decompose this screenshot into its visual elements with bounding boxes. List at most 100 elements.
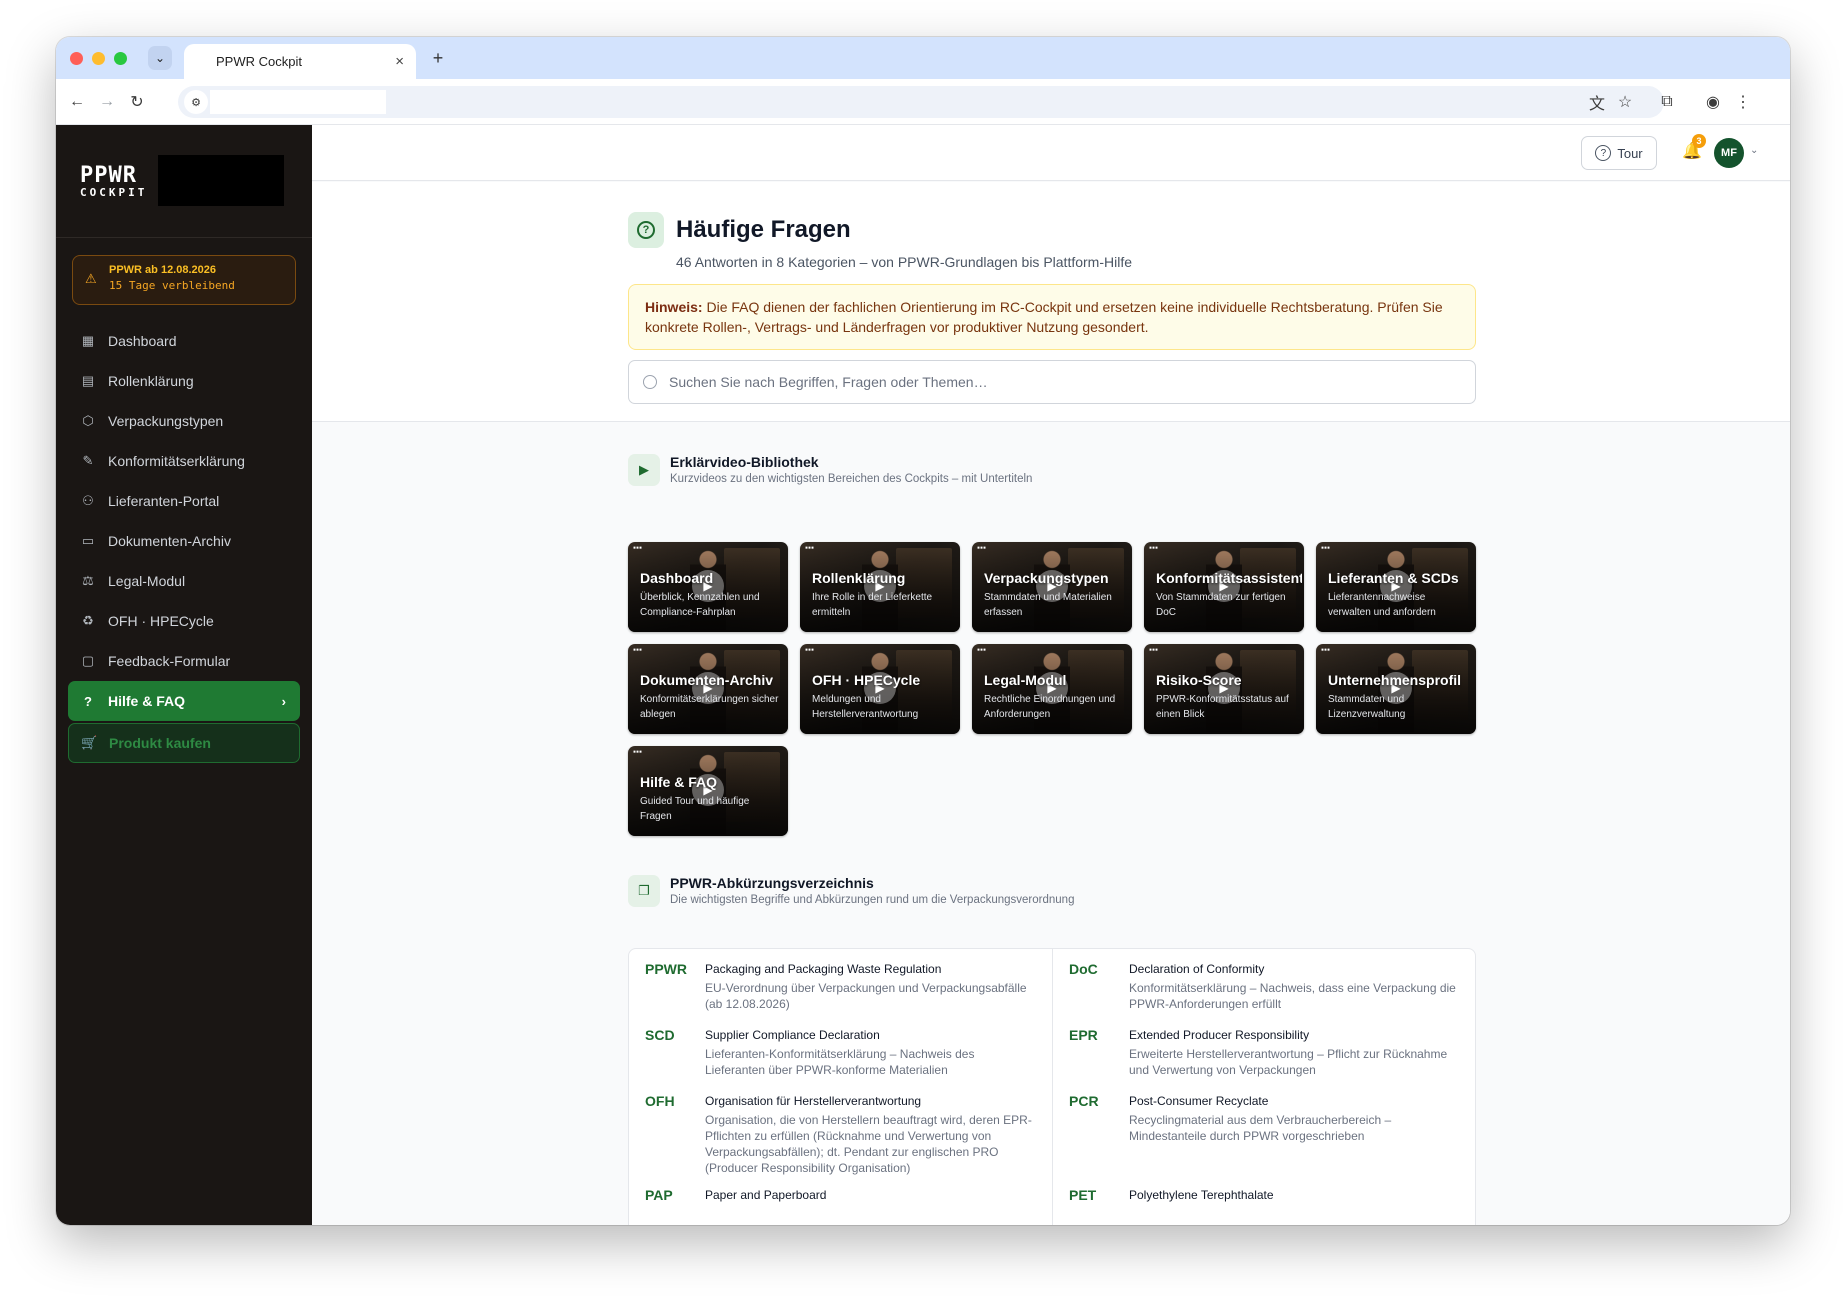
tour-button[interactable]: ? Tour bbox=[1581, 136, 1657, 170]
glossary-row: DoC Declaration of Conformity Konformitäts… bbox=[1069, 961, 1461, 1021]
video-library-title: Erklärvideo-Bibliothek bbox=[670, 454, 819, 470]
glossary-abbreviation: PPWR bbox=[645, 961, 687, 977]
archive-icon: ▭ bbox=[81, 533, 95, 548]
video-description: Lieferantennachweise verwalten und anfor… bbox=[1328, 592, 1436, 618]
glossary-term: Declaration of Conformity bbox=[1129, 962, 1265, 976]
help-circle-icon: ? bbox=[84, 693, 92, 709]
sidebar-nav: ▦ Dashboard ▤ Rollenklärung ⬡ Verpackungsty… bbox=[68, 321, 300, 763]
glossary-row: PPWR Packaging and Packaging Waste Regula… bbox=[645, 961, 1036, 1021]
glossary-term: Paper and Paperboard bbox=[705, 1188, 827, 1202]
tab-search-icon[interactable]: ⌄ bbox=[148, 46, 172, 70]
buy-product-button[interactable]: 🛒 Produkt kaufen bbox=[68, 723, 300, 763]
sidebar-item-feedback[interactable]: ▢ Feedback-Formular bbox=[68, 641, 300, 681]
video-thumbnail-logo: ▪▪▪ bbox=[633, 545, 643, 551]
video-card[interactable]: ▪▪▪ ▶ Dokumenten-Archiv Konformitätserkläru… bbox=[628, 644, 788, 734]
video-description: Ihre Rolle in der Lieferkette ermitteln bbox=[812, 592, 933, 618]
video-card[interactable]: ▪▪▪ ▶ Unternehmensprofil Stammdaten und Liz… bbox=[1316, 644, 1476, 734]
glossary-abbreviation: EPR bbox=[1069, 1027, 1098, 1043]
page-title: Häufige Fragen bbox=[676, 216, 851, 243]
site-settings-icon[interactable]: ⚙ bbox=[184, 90, 208, 114]
tab-strip: ⌄ PPWR Cockpit × + bbox=[56, 37, 1790, 79]
notice-text: Die FAQ dienen der fachlichen Orientieru… bbox=[645, 299, 1443, 335]
glossary-subtitle: Die wichtigsten Begriffe und Abkürzungen… bbox=[670, 894, 1075, 906]
glossary-abbreviation: DoC bbox=[1069, 961, 1098, 977]
sidebar-item-konformitaetserklaerung[interactable]: ✎ Konformitätserklärung bbox=[68, 441, 300, 481]
chevron-right-icon: › bbox=[281, 693, 286, 709]
glossary-description: EU-Verordnung über Verpackungen und Verp… bbox=[705, 981, 1027, 1011]
video-description: Von Stammdaten zur fertigen DoC bbox=[1156, 592, 1286, 618]
chevron-down-icon[interactable]: ⌄ bbox=[1750, 145, 1758, 156]
sidebar-item-lieferanten-portal[interactable]: ⚇ Lieferanten-Portal bbox=[68, 481, 300, 521]
video-card[interactable]: ▪▪▪ ▶ Legal-Modul Rechtliche Einordnungen u… bbox=[972, 644, 1132, 734]
clipboard-icon: ▤ bbox=[81, 373, 95, 388]
avatar[interactable]: MF bbox=[1714, 138, 1744, 168]
video-card[interactable]: ▪▪▪ ▶ OFH · HPECycle Meldungen und Herstell… bbox=[800, 644, 960, 734]
video-title: Unternehmensprofil bbox=[1328, 672, 1462, 688]
sidebar-item-label: Lieferanten-Portal bbox=[108, 493, 220, 509]
profile-icon[interactable]: ◉ bbox=[1702, 91, 1724, 113]
translate-icon[interactable]: 文 bbox=[1586, 91, 1608, 113]
new-tab-button[interactable]: + bbox=[426, 46, 450, 70]
forward-icon[interactable]: → bbox=[96, 91, 118, 113]
video-title: Dashboard bbox=[640, 570, 714, 586]
sidebar-item-dokumenten-archiv[interactable]: ▭ Dokumenten-Archiv bbox=[68, 521, 300, 561]
recycle-icon: ♻ bbox=[82, 613, 94, 628]
browser-window: ⌄ PPWR Cockpit × + ← → ↻ ⚙ 文 ☆ ⧉ ◉ ⋮ PPW… bbox=[56, 37, 1790, 1225]
extensions-icon[interactable]: ⧉ bbox=[1656, 91, 1678, 113]
video-card[interactable]: ▪▪▪ ▶ Verpackungstypen Stammdaten und Mater… bbox=[972, 542, 1132, 632]
video-description: Meldungen und Herstellerverantwortung bbox=[812, 694, 919, 720]
faq-header-content: ? Häufige Fragen 46 Antworten in 8 Kateg… bbox=[628, 182, 1476, 422]
maximize-window-button[interactable] bbox=[114, 52, 127, 65]
sidebar-item-verpackungstypen[interactable]: ⬡ Verpackungstypen bbox=[68, 401, 300, 441]
video-library-subtitle: Kurzvideos zu den wichtigsten Bereichen … bbox=[670, 473, 1033, 485]
notification-badge: 3 bbox=[1692, 134, 1706, 148]
address-bar[interactable]: ⚙ bbox=[178, 86, 1664, 118]
bookmark-star-icon[interactable]: ☆ bbox=[1614, 91, 1636, 113]
faq-header: ? Häufige Fragen 46 Antworten in 8 Kateg… bbox=[312, 182, 1790, 422]
minimize-window-button[interactable] bbox=[92, 52, 105, 65]
glossary-row: PCR Post-Consumer Recyclate Recyclingmater… bbox=[1069, 1093, 1461, 1153]
video-title: Konformitätsassistent bbox=[1156, 570, 1302, 586]
page-subtitle: 46 Antworten in 8 Kategorien – von PPWR-… bbox=[676, 254, 1133, 270]
sidebar-item-legal-modul[interactable]: ⚖ Legal-Modul bbox=[68, 561, 300, 601]
sidebar-item-dashboard[interactable]: ▦ Dashboard bbox=[68, 321, 300, 361]
browser-menu-icon[interactable]: ⋮ bbox=[1732, 91, 1754, 113]
close-window-button[interactable] bbox=[70, 52, 83, 65]
glossary-term: Post-Consumer Recyclate bbox=[1129, 1094, 1269, 1108]
notice-label: Hinweis: bbox=[645, 299, 703, 315]
video-library-header: ▶ Erklärvideo-Bibliothek Kurzvideos zu d… bbox=[628, 454, 1476, 490]
sidebar-item-ofh-hpecycle[interactable]: ♻ OFH · HPECycle bbox=[68, 601, 300, 641]
video-card[interactable]: ▪▪▪ ▶ Rollenklärung Ihre Rolle in der Liefe… bbox=[800, 542, 960, 632]
logo-text-bottom: COCKPIT bbox=[80, 186, 148, 199]
video-card[interactable]: ▪▪▪ ▶ Konformitätsassistent Von Stammdaten … bbox=[1144, 542, 1304, 632]
video-card[interactable]: ▪▪▪ ▶ Risiko-Score PPWR-Konformitätsstatus … bbox=[1144, 644, 1304, 734]
sidebar-item-label: Konformitätserklärung bbox=[108, 453, 245, 469]
video-card[interactable]: ▪▪▪ ▶ Lieferanten & SCDs Lieferantennachwei… bbox=[1316, 542, 1476, 632]
main-content: ? Tour 🔔 3 MF ⌄ ? Häufige Fragen 46 Antwo… bbox=[312, 125, 1790, 1225]
faq-search-input[interactable]: Suchen Sie nach Begriffen, Fragen oder T… bbox=[628, 360, 1476, 404]
tab-close-icon[interactable]: × bbox=[395, 53, 404, 70]
ppwr-cockpit-logo[interactable]: PPWR COCKPIT bbox=[80, 165, 150, 199]
help-icon: ? bbox=[1595, 145, 1612, 161]
glossary-description: Organisation, die von Herstellern beauft… bbox=[705, 1113, 1032, 1175]
browser-tab[interactable]: PPWR Cockpit × bbox=[184, 44, 416, 79]
video-thumbnail-logo: ▪▪▪ bbox=[805, 545, 815, 551]
video-title: Dokumenten-Archiv bbox=[640, 672, 774, 688]
sidebar-divider bbox=[56, 237, 312, 238]
users-icon: ⚇ bbox=[82, 493, 94, 508]
glossary-description: Recyclingmaterial aus dem Verbraucherber… bbox=[1129, 1113, 1392, 1143]
help-circle-icon: ? bbox=[628, 212, 664, 248]
video-description: Stammdaten und Lizenzverwaltung bbox=[1328, 694, 1406, 720]
address-url-redacted[interactable] bbox=[210, 90, 386, 114]
video-thumbnail-logo: ▪▪▪ bbox=[1149, 545, 1159, 551]
back-icon[interactable]: ← bbox=[66, 91, 88, 113]
sidebar-item-rollenklaerung[interactable]: ▤ Rollenklärung bbox=[68, 361, 300, 401]
video-card[interactable]: ▪▪▪ ▶ Dashboard Überblick, Kennzahlen und C… bbox=[628, 542, 788, 632]
video-description: PPWR-Konformitätsstatus auf einen Blick bbox=[1156, 694, 1289, 720]
sidebar-item-hilfe-faq[interactable]: ? Hilfe & FAQ › bbox=[68, 681, 300, 721]
video-title: Hilfe & FAQ bbox=[640, 774, 718, 790]
video-title: Lieferanten & SCDs bbox=[1328, 570, 1459, 586]
video-card[interactable]: ▪▪▪ ▶ Hilfe & FAQ Guided Tour und häufige F… bbox=[628, 746, 788, 836]
video-title: Rollenklärung bbox=[812, 570, 906, 586]
reload-icon[interactable]: ↻ bbox=[126, 91, 148, 113]
